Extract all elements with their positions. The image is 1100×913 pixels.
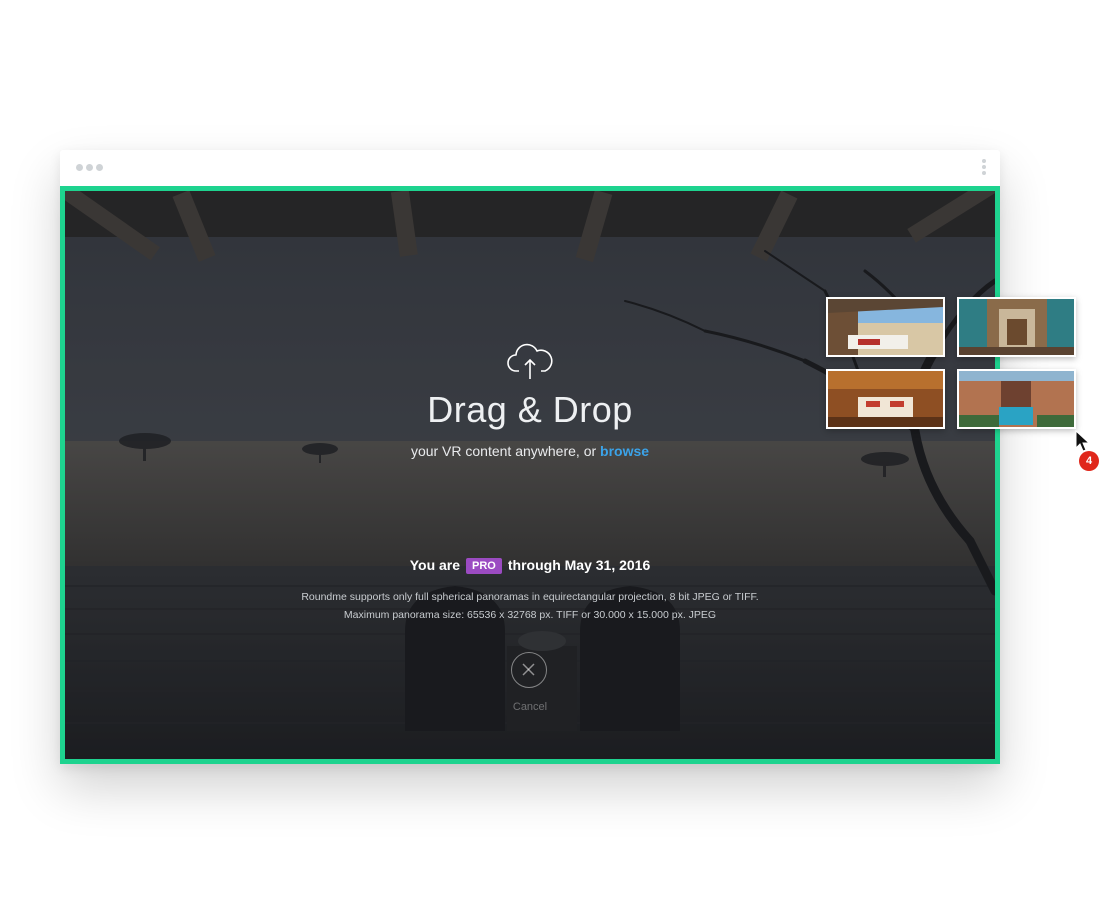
thumbnail-courtyard-doorway[interactable] xyxy=(957,297,1076,357)
thumbnail-pool-courtyard[interactable] xyxy=(957,369,1076,429)
status-prefix: You are xyxy=(409,557,461,573)
drop-zone[interactable]: Drag & Drop your VR content anywhere, or… xyxy=(60,186,1000,764)
thumbnail-desert-terrace[interactable] xyxy=(826,297,945,357)
browser-window: Drag & Drop your VR content anywhere, or… xyxy=(60,150,1000,764)
cancel-label[interactable]: Cancel xyxy=(65,701,995,713)
size-info: Maximum panorama size: 65536 x 32768 px.… xyxy=(343,609,717,621)
cloud-upload-icon xyxy=(507,343,553,379)
thumbnail-lodge-bedroom[interactable] xyxy=(826,369,945,429)
subtitle-text: your VR content anywhere, or xyxy=(410,443,597,459)
close-circle-icon xyxy=(522,663,535,676)
file-count-badge: 4 xyxy=(1079,451,1099,471)
format-info: Roundme supports only full spherical pan… xyxy=(301,591,759,603)
drag-drop-subtitle: your VR content anywhere, or browse xyxy=(65,443,995,459)
pro-badge: PRO xyxy=(466,558,502,574)
browser-titlebar xyxy=(60,150,1000,186)
cancel-button[interactable] xyxy=(511,652,547,688)
subscription-status: You are PRO through May 31, 2016 xyxy=(65,557,995,574)
kebab-menu-icon[interactable] xyxy=(981,159,987,177)
window-dots-icon xyxy=(76,164,103,171)
status-suffix: through May 31, 2016 xyxy=(507,557,651,573)
browse-link[interactable]: browse xyxy=(600,443,649,459)
